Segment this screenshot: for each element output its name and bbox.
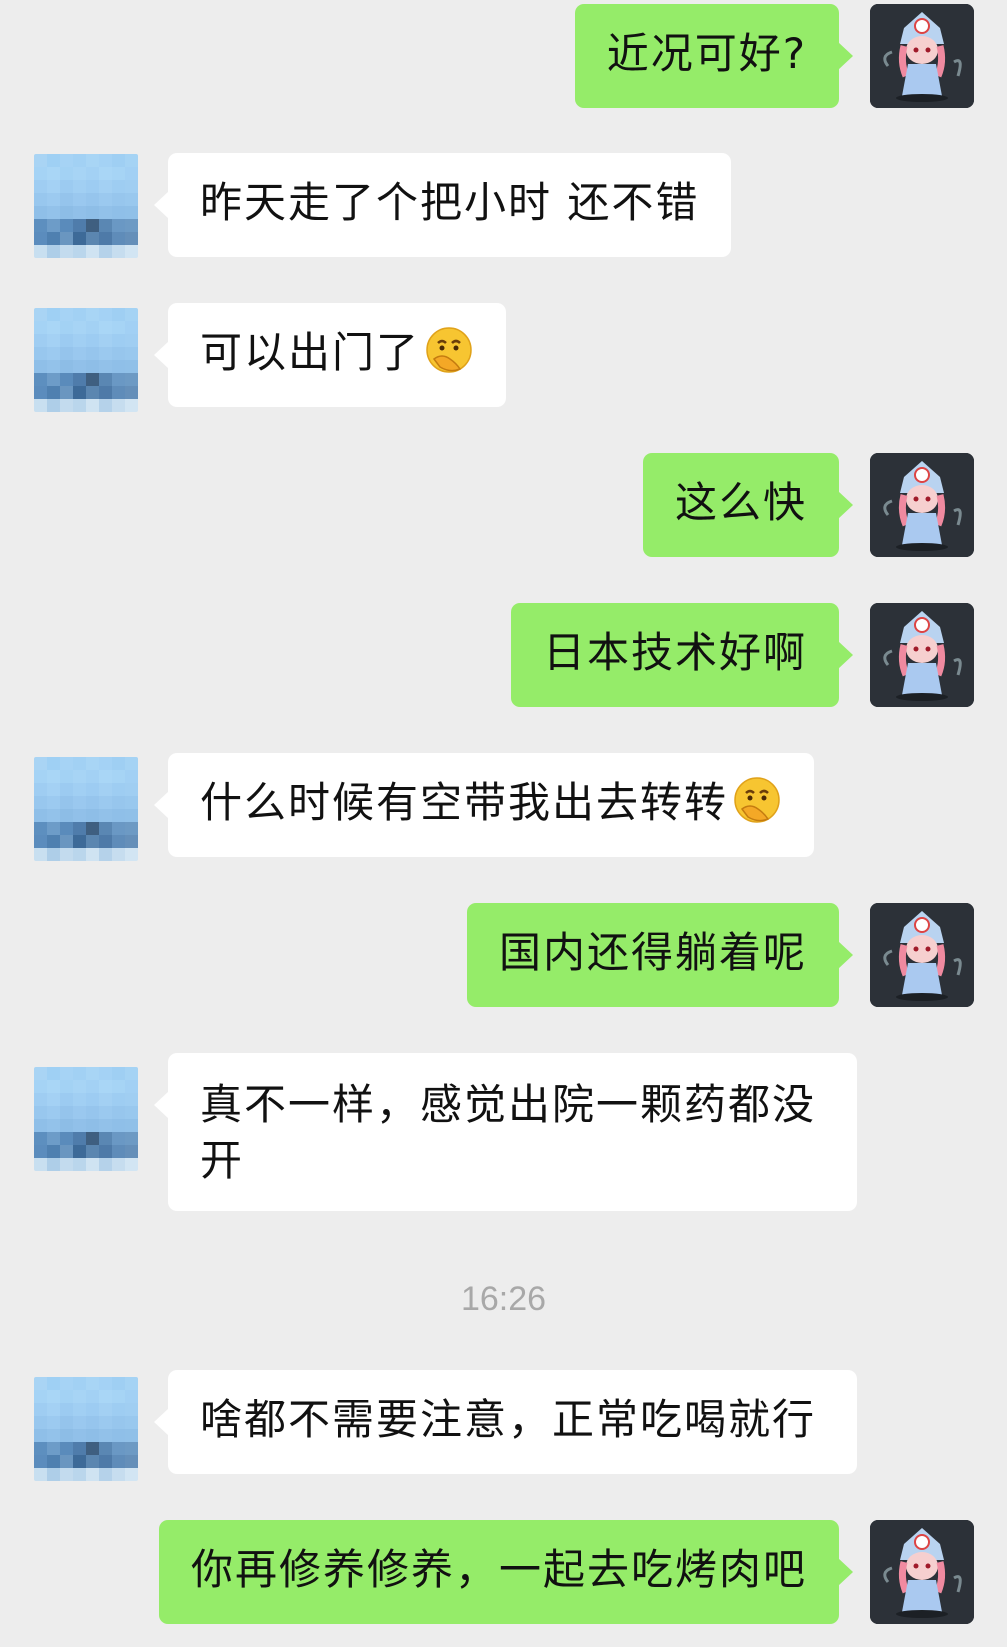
message-text: 国内还得躺着呢 (498, 928, 807, 977)
self-avatar[interactable] (870, 903, 974, 1007)
message-text: 近况可好? (606, 29, 807, 78)
message-text: 你再修养修养，一起去吃烤肉吧 (190, 1545, 807, 1594)
pixelated-avatar-image (34, 308, 138, 412)
message-text: 这么快 (674, 478, 807, 527)
anime-figure-avatar-icon (870, 4, 974, 108)
pixelated-avatar-image (34, 154, 138, 258)
contact-avatar[interactable] (34, 1067, 138, 1171)
message-bubble-self[interactable]: 近况可好? (574, 4, 854, 108)
contact-avatar[interactable] (34, 1377, 138, 1481)
message-bubble-other[interactable]: 真不一样，感觉出院一颗药都没开 (154, 1053, 857, 1211)
message-bubble-other[interactable]: 可以出门了 (153, 303, 507, 407)
contact-avatar[interactable] (34, 154, 138, 258)
pixelated-avatar-image (34, 757, 138, 861)
contact-avatar[interactable] (34, 308, 138, 412)
self-avatar[interactable] (870, 603, 974, 707)
self-avatar[interactable] (870, 453, 974, 557)
pixelated-avatar-image (34, 1067, 138, 1171)
anime-figure-avatar-icon (870, 903, 974, 1007)
message-text: 可以出门了 (200, 328, 421, 377)
message-text: 昨天走了个把小时 还不错 (200, 178, 700, 227)
anime-figure-avatar-icon (870, 1520, 974, 1624)
message-bubble-self[interactable]: 你再修养修养，一起去吃烤肉吧 (158, 1520, 854, 1624)
message-bubble-other[interactable]: 啥都不需要注意，正常吃喝就行 (154, 1370, 857, 1474)
message-bubble-self[interactable]: 日本技术好啊 (510, 603, 854, 707)
message-bubble-other[interactable]: 昨天走了个把小时 还不错 (153, 153, 732, 257)
message-text: 啥都不需要注意，正常吃喝就行 (200, 1395, 817, 1444)
message-text: 日本技术好啊 (542, 628, 807, 677)
message-bubble-other[interactable]: 什么时候有空带我出去转转 (153, 753, 815, 857)
thinking-face-emoji-icon (426, 327, 472, 373)
pixelated-avatar-image (34, 1377, 138, 1481)
message-bubble-self[interactable]: 国内还得躺着呢 (466, 903, 854, 1007)
message-bubble-self[interactable]: 这么快 (642, 453, 854, 557)
message-timestamp: 16:26 (460, 1280, 547, 1318)
anime-figure-avatar-icon (870, 453, 974, 557)
chat-window: 近况可好? 昨天走了个把小时 还不错 可以出门了 这么快 日本技术好啊 什么时候… (0, 0, 1007, 1647)
anime-figure-avatar-icon (870, 603, 974, 707)
self-avatar[interactable] (870, 4, 974, 108)
message-text: 真不一样，感觉出院一颗药都没开 (200, 1080, 817, 1185)
self-avatar[interactable] (870, 1520, 974, 1624)
message-text: 什么时候有空带我出去转转 (200, 778, 729, 827)
contact-avatar[interactable] (34, 757, 138, 861)
thinking-face-emoji-icon (734, 777, 780, 823)
